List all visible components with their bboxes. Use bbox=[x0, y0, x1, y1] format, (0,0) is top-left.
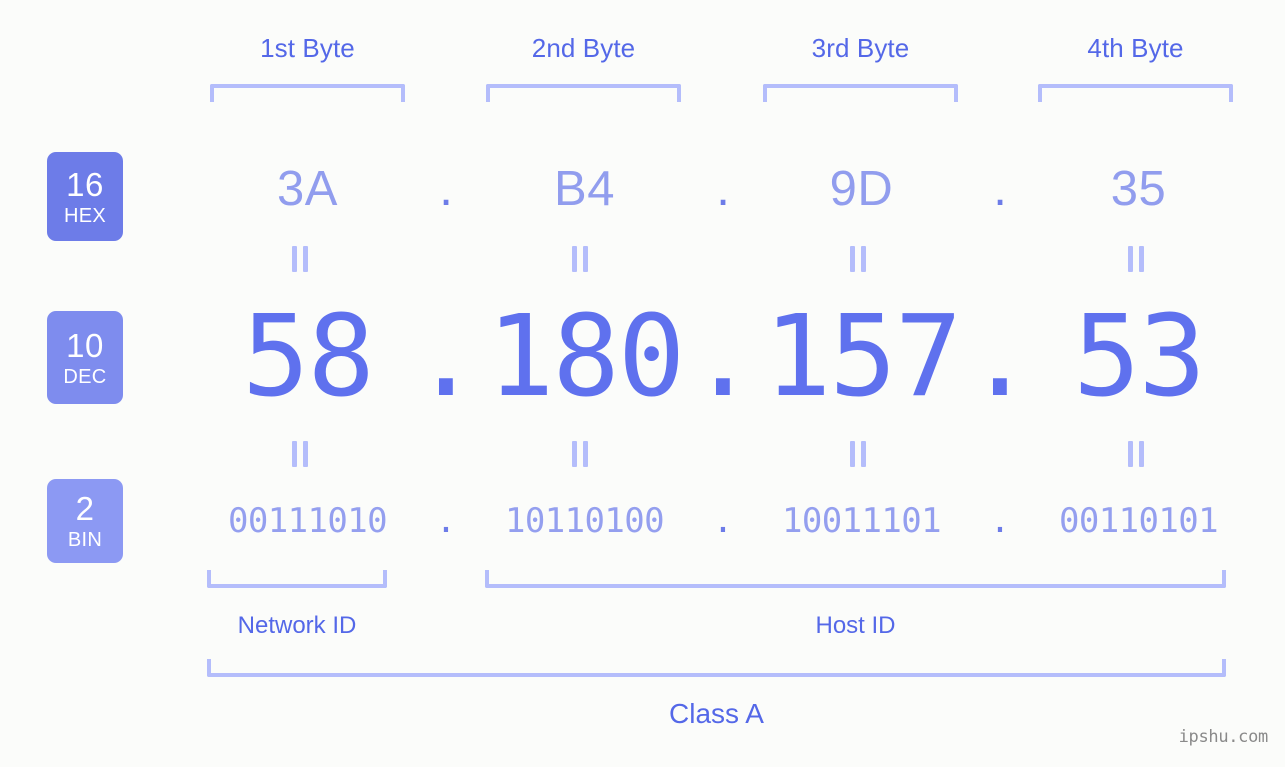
class-label: Class A bbox=[669, 698, 764, 729]
byte-bracket-3 bbox=[763, 84, 958, 102]
hex-separator-2: . bbox=[716, 161, 730, 216]
hex-separator-3: . bbox=[993, 161, 1007, 216]
byte-bracket-2 bbox=[486, 84, 681, 102]
equals-marker-dec-bin-1 bbox=[289, 441, 311, 467]
decimal-value-row: 58 . 180 . 157 . 53 bbox=[150, 296, 1270, 418]
base-badge-bin: 2 BIN bbox=[47, 479, 123, 563]
equals-marker-hex-dec-3 bbox=[847, 246, 869, 272]
hex-byte-3: 9D bbox=[829, 162, 894, 216]
dec-byte-1: 58 bbox=[242, 292, 375, 422]
equals-marker-hex-dec-2 bbox=[569, 246, 591, 272]
base-badge-bin-name: BIN bbox=[67, 529, 103, 551]
dec-byte-4: 53 bbox=[1073, 292, 1206, 422]
dec-byte-2: 180 bbox=[487, 292, 685, 422]
bin-byte-3: 10011101 bbox=[782, 501, 942, 541]
byte-header-3: 3rd Byte bbox=[811, 33, 910, 63]
hex-separator-1: . bbox=[439, 161, 453, 216]
binary-value-row: 00111010 . 10110100 . 10011101 . 0011010… bbox=[150, 495, 1270, 547]
byte-header-4: 4th Byte bbox=[1087, 33, 1184, 63]
dec-separator-2: . bbox=[689, 292, 757, 422]
bin-separator-3: . bbox=[989, 501, 1011, 541]
byte-bracket-4 bbox=[1038, 84, 1233, 102]
dec-byte-3: 157 bbox=[764, 292, 962, 422]
base-badge-hex-name: HEX bbox=[63, 204, 107, 227]
hex-byte-1: 3A bbox=[277, 162, 338, 216]
host-id-label: Host ID bbox=[815, 612, 896, 639]
dec-separator-3: . bbox=[966, 292, 1034, 422]
bin-separator-1: . bbox=[435, 501, 457, 541]
bin-byte-2: 10110100 bbox=[505, 501, 665, 541]
hex-byte-2: B4 bbox=[554, 162, 615, 216]
byte-header-2: 2nd Byte bbox=[531, 33, 636, 63]
equals-marker-dec-bin-2 bbox=[569, 441, 591, 467]
byte-header-1: 1st Byte bbox=[260, 33, 355, 63]
bin-byte-4: 00110101 bbox=[1059, 501, 1219, 541]
equals-marker-dec-bin-3 bbox=[847, 441, 869, 467]
base-badge-hex: 16 HEX bbox=[47, 152, 123, 241]
site-watermark: ipshu.com bbox=[1178, 727, 1269, 747]
base-badge-dec: 10 DEC bbox=[47, 311, 123, 404]
hex-value-row: 3A . B4 . 9D . 35 bbox=[150, 152, 1270, 226]
dec-separator-1: . bbox=[412, 292, 480, 422]
bin-separator-2: . bbox=[712, 501, 734, 541]
equals-marker-hex-dec-4 bbox=[1125, 246, 1147, 272]
base-badge-dec-number: 10 bbox=[66, 326, 104, 364]
network-id-bracket bbox=[207, 570, 387, 588]
byte-bracket-1 bbox=[210, 84, 405, 102]
base-badge-bin-number: 2 bbox=[75, 490, 95, 527]
network-id-label: Network ID bbox=[237, 612, 357, 639]
base-badge-dec-name: DEC bbox=[63, 365, 107, 388]
host-id-bracket bbox=[485, 570, 1226, 588]
ip-byte-breakdown-diagram: 1st Byte 2nd Byte 3rd Byte 4th Byte 16 H… bbox=[0, 0, 1285, 767]
equals-marker-hex-dec-1 bbox=[289, 246, 311, 272]
hex-byte-4: 35 bbox=[1110, 162, 1167, 216]
class-bracket bbox=[207, 659, 1226, 677]
equals-marker-dec-bin-4 bbox=[1125, 441, 1147, 467]
base-badge-hex-number: 16 bbox=[66, 165, 104, 203]
bin-byte-1: 00111010 bbox=[228, 501, 388, 541]
